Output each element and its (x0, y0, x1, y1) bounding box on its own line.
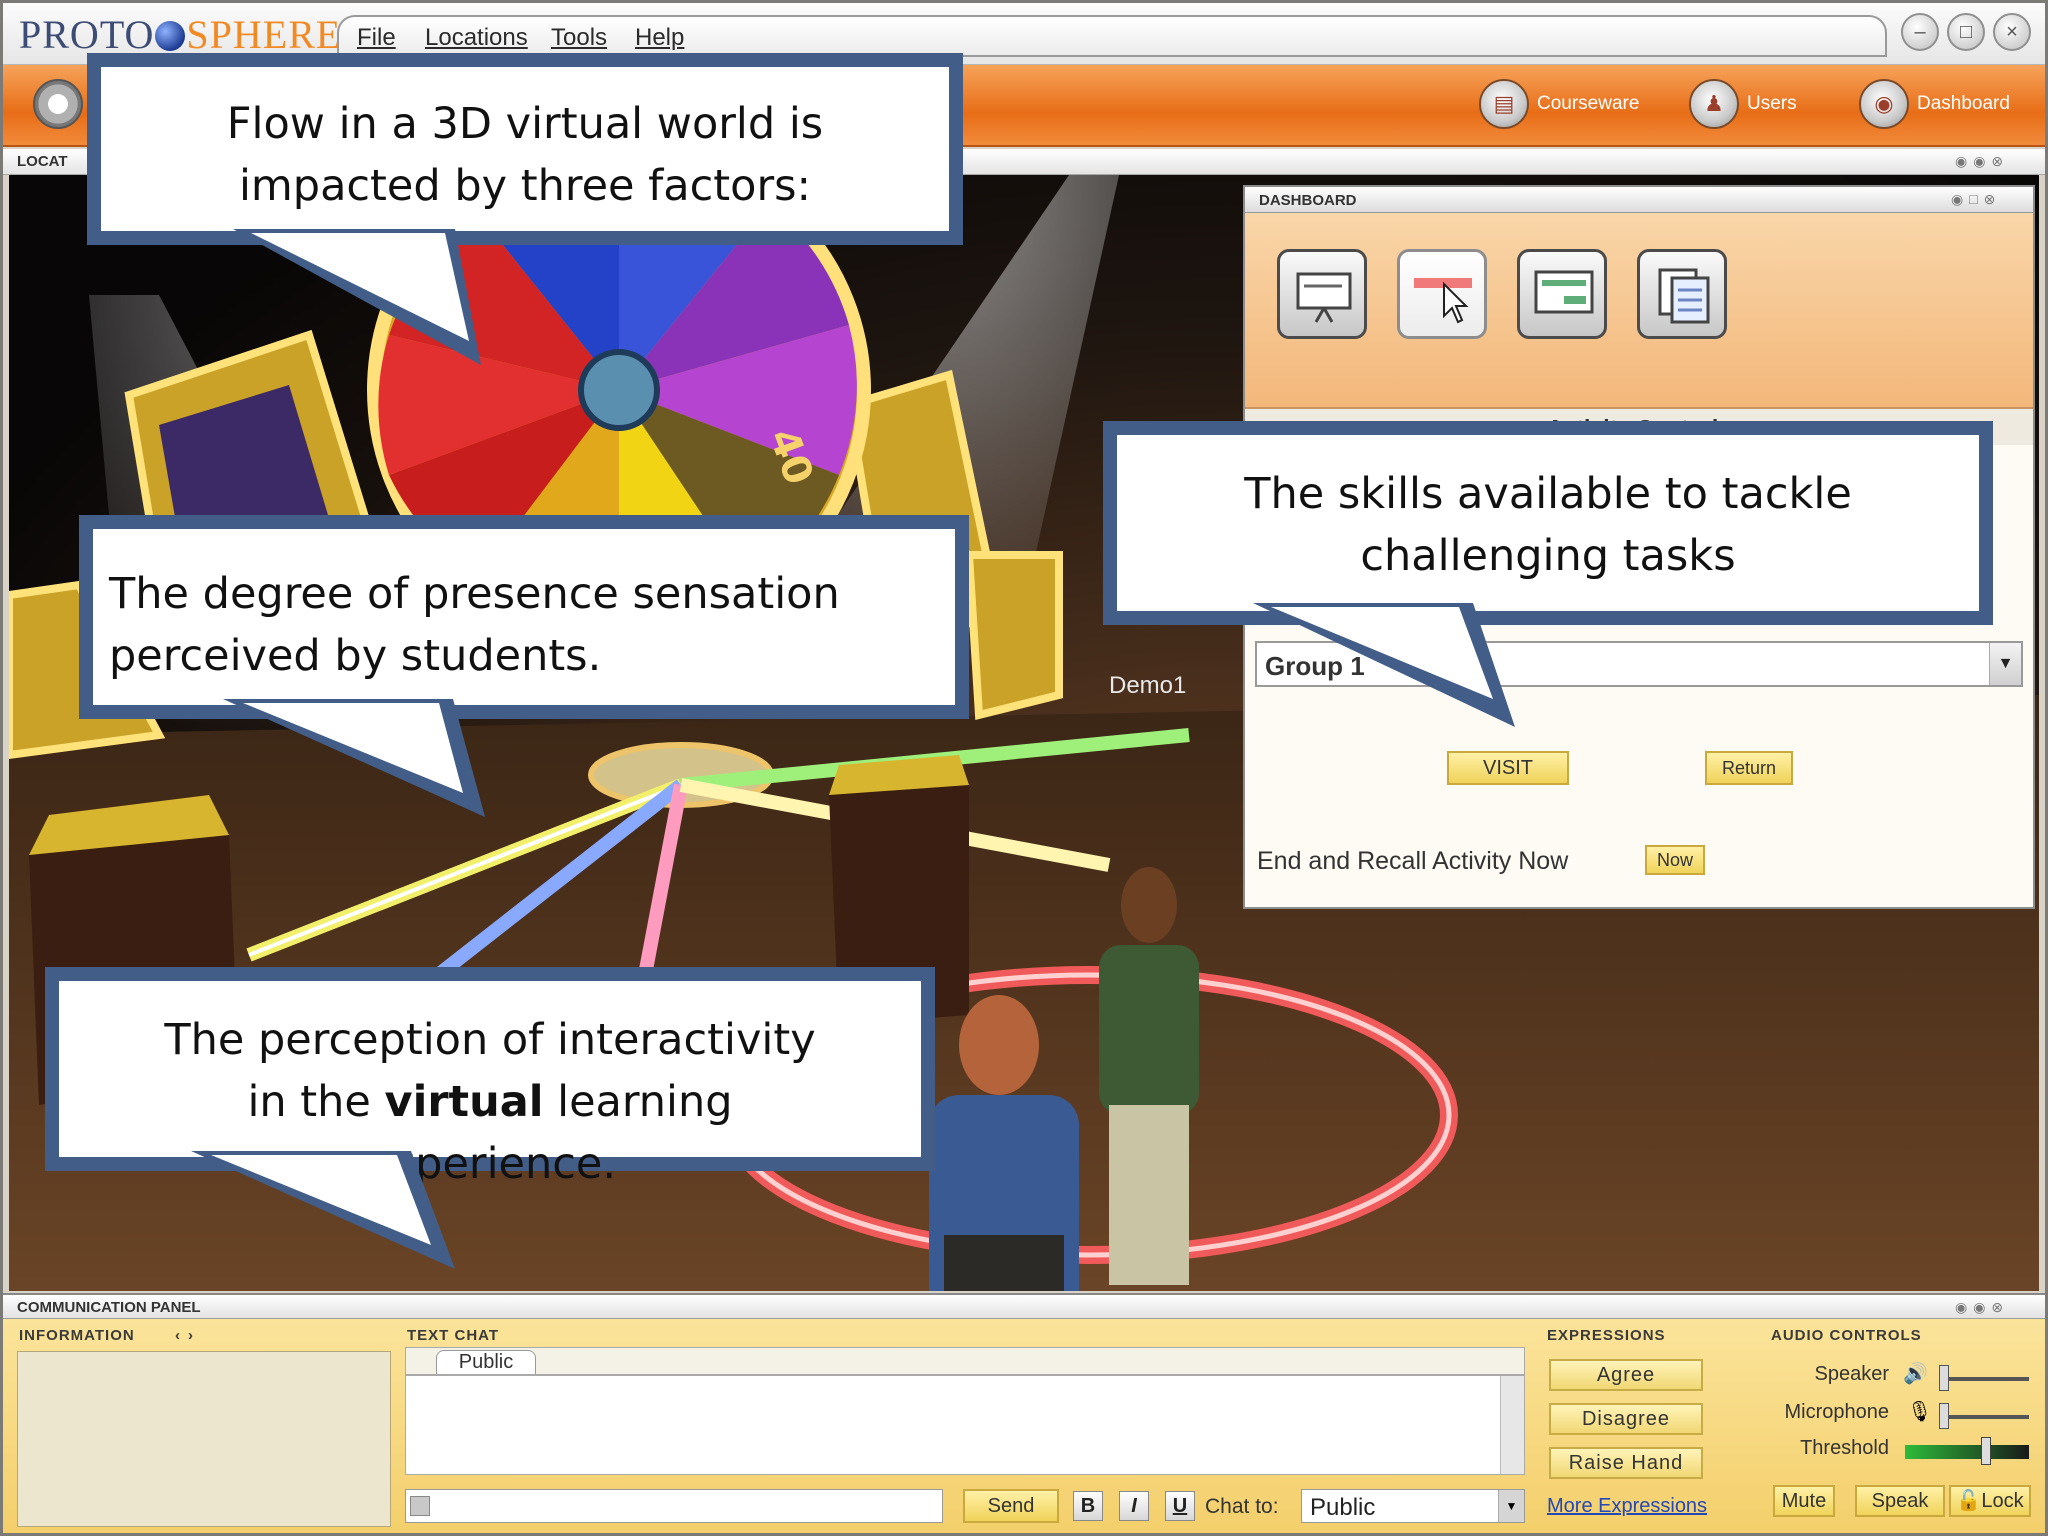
visit-button[interactable]: VISIT (1447, 751, 1569, 785)
callout-flow-text: Flow in a 3D virtual world is impacted b… (226, 99, 824, 211)
protosphere-window: PROTO SPHERE File Locations Tools Help – … (0, 0, 2048, 1536)
lock-button[interactable]: 🔓Lock (1949, 1485, 2031, 1517)
dashboard-header: DASHBOARD ◉□⊗ (1245, 187, 2033, 213)
pages-icon[interactable] (1637, 249, 1727, 339)
callout-presence: The degree of presence sensation perceiv… (79, 515, 969, 719)
emoticon-icon[interactable] (410, 1496, 430, 1516)
callout-interactivity-text: The perception of interactivity in the v… (59, 981, 921, 1195)
user-icon: ♟ (1689, 79, 1739, 129)
pointer-icon[interactable] (1397, 249, 1487, 339)
minimize-icon[interactable]: – (1901, 13, 1939, 51)
callout-presence-tail (223, 699, 485, 817)
speaker-label: Speaker (1814, 1363, 1890, 1385)
panel-controls-icon[interactable]: ◉◉⊗ (1955, 1299, 2009, 1316)
communication-panel-header: COMMUNICATION PANEL ◉◉⊗ (3, 1295, 2045, 1319)
close-icon[interactable]: × (1993, 13, 2031, 51)
disagree-button[interactable]: Disagree (1549, 1403, 1703, 1435)
book-icon: ▤ (1479, 79, 1529, 129)
speak-button[interactable]: Speak (1855, 1485, 1945, 1517)
callout-interactivity: The perception of interactivity in the v… (45, 967, 935, 1189)
underline-button[interactable]: U (1165, 1491, 1195, 1521)
info-nav-arrows-icon[interactable]: ‹› (175, 1327, 201, 1344)
more-expressions-link[interactable]: More Expressions (1547, 1495, 1707, 1518)
dashboard-tools (1245, 213, 2033, 409)
callout-interactivity-bold: virtual (384, 1077, 544, 1127)
audio-controls-label: AUDIO CONTROLS (1771, 1327, 1922, 1344)
microphone-volume-slider[interactable] (1939, 1403, 2029, 1429)
callout-skills: The skills available to tackle challengi… (1103, 421, 1993, 625)
chat-to-select[interactable]: Public ▼ (1301, 1489, 1525, 1523)
slider-handle[interactable] (1939, 1365, 1949, 1391)
callout-interactivity-tail (191, 1151, 455, 1269)
chat-scrollbar[interactable] (1500, 1376, 1524, 1474)
avatar-name-label: Demo1 (1109, 672, 1186, 699)
callout-flow-tail (233, 229, 481, 365)
now-button[interactable]: Now (1645, 845, 1705, 875)
home-icon[interactable] (33, 79, 83, 129)
information-box (17, 1351, 391, 1527)
return-button[interactable]: Return (1705, 751, 1793, 785)
chat-message-input[interactable] (405, 1489, 943, 1523)
lock-icon: 🔓 (1956, 1490, 1982, 1512)
callout-flow: Flow in a 3D virtual world is impacted b… (87, 53, 963, 245)
chat-log[interactable] (405, 1375, 1525, 1475)
speaker-volume-slider[interactable] (1939, 1365, 2029, 1391)
microphone-icon: 🎙 (1907, 1401, 1933, 1423)
lock-label: Lock (1981, 1490, 2024, 1512)
raise-hand-button[interactable]: Raise Hand (1549, 1447, 1703, 1479)
recall-label: End and Recall Activity Now (1257, 847, 1569, 875)
protosphere-logo: PROTO SPHERE (19, 12, 342, 57)
speaker-icon: 🔊 (1903, 1363, 1928, 1385)
text-chat-label: TEXT CHAT (407, 1327, 500, 1344)
threshold-meter[interactable] (1905, 1437, 2029, 1465)
chevron-down-icon[interactable]: ▼ (1498, 1490, 1524, 1522)
menu-bar: File Locations Tools Help (337, 15, 1887, 57)
information-label: INFORMATION (19, 1327, 135, 1344)
message-icon[interactable] (1517, 249, 1607, 339)
menu-help[interactable]: Help (635, 24, 684, 52)
callout-skills-text: The skills available to tackle challengi… (1244, 469, 1852, 581)
globe-icon (155, 21, 186, 51)
panel-controls-icon[interactable]: ◉□⊗ (1951, 191, 2001, 208)
expressions-label: EXPRESSIONS (1547, 1327, 1666, 1344)
communication-panel: COMMUNICATION PANEL ◉◉⊗ INFORMATION ‹› T… (3, 1293, 2045, 1533)
maximize-icon[interactable]: □ (1947, 13, 1985, 51)
chat-to-label: Chat to: (1205, 1495, 1279, 1518)
threshold-label: Threshold (1800, 1437, 1889, 1459)
mute-button[interactable]: Mute (1773, 1485, 1835, 1517)
italic-button[interactable]: I (1119, 1491, 1149, 1521)
bold-button[interactable]: B (1073, 1491, 1103, 1521)
menu-tools[interactable]: Tools (551, 24, 607, 52)
callout-presence-text: The degree of presence sensation perceiv… (109, 569, 840, 681)
panel-controls-icon[interactable]: ◉◉⊗ (1955, 153, 2009, 170)
chevron-down-icon[interactable]: ▼ (1989, 643, 2021, 685)
menu-locations[interactable]: Locations (425, 24, 528, 52)
presentation-icon[interactable] (1277, 249, 1367, 339)
chat-tabs: Public (405, 1347, 1525, 1375)
callout-skills-tail (1253, 603, 1515, 727)
dashboard-icon: ◉ (1859, 79, 1909, 129)
agree-button[interactable]: Agree (1549, 1359, 1703, 1391)
slider-handle[interactable] (1939, 1403, 1949, 1429)
send-button[interactable]: Send (963, 1489, 1059, 1523)
menu-file[interactable]: File (357, 24, 396, 52)
microphone-label: Microphone (1784, 1401, 1889, 1423)
slider-handle[interactable] (1981, 1437, 1991, 1465)
chat-tab-public[interactable]: Public (436, 1350, 536, 1374)
